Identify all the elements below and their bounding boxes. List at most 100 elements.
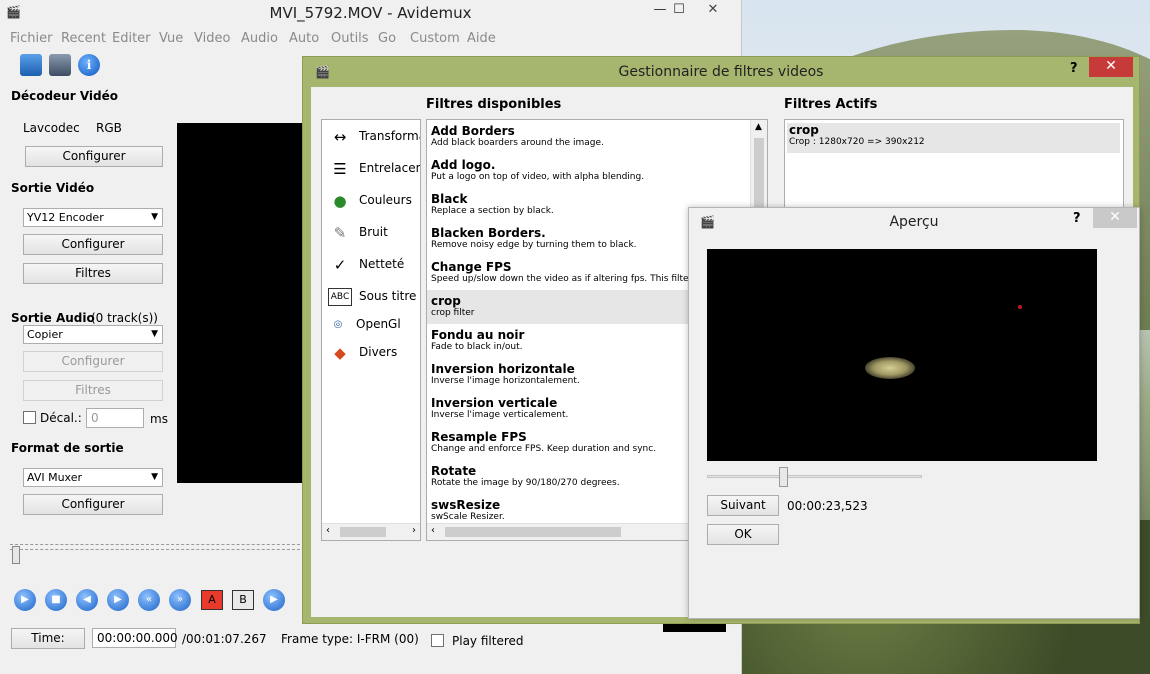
timeline-slider-handle[interactable] (12, 546, 20, 564)
video-decoder-heading: Décodeur Vidéo (11, 89, 118, 103)
filter-item[interactable]: Add logo. Put a logo on top of video, wi… (427, 154, 749, 188)
audio-tracks-count: (0 track(s)) (91, 311, 158, 325)
previous-keyframe-icon[interactable]: « (138, 589, 160, 611)
scrollbar-thumb[interactable] (445, 527, 621, 537)
audio-filters-button[interactable]: Filtres (23, 380, 163, 401)
noise-icon: ✎ (333, 224, 347, 242)
filter-name: Add Borders (431, 124, 515, 138)
category-label: Divers (359, 345, 398, 359)
ok-button[interactable]: OK (707, 524, 779, 545)
menu-editer[interactable]: Editer (112, 31, 151, 46)
menu-outils[interactable]: Outils (331, 31, 369, 46)
red-dot (1018, 305, 1022, 309)
goto-marker-icon[interactable]: ▶ (263, 589, 285, 611)
video-configure-button[interactable]: Configurer (23, 234, 163, 255)
audio-configure-button[interactable]: Configurer (23, 351, 163, 372)
marker-b-button[interactable]: B (232, 590, 254, 610)
next-button[interactable]: Suivant (707, 495, 779, 516)
scrollbar-thumb[interactable] (754, 138, 764, 208)
play-filtered-label: Play filtered (452, 634, 524, 648)
scroll-left-icon[interactable]: ‹ (431, 525, 435, 536)
filter-category-list: ↔ Transforma ☰ Entrelacem ● Couleurs ✎ B… (321, 119, 421, 541)
category-label: Couleurs (359, 193, 412, 207)
subtitle-icon: ABC (328, 288, 352, 306)
video-encoder-select[interactable]: YV12 Encoder ▼ (23, 208, 163, 227)
misc-icon: ◆ (334, 344, 346, 362)
current-time-field[interactable]: 00:00:00.000 (92, 628, 178, 648)
menu-custom[interactable]: Custom (410, 31, 460, 46)
menu-auto[interactable]: Auto (289, 31, 319, 46)
menu-go[interactable]: Go (378, 31, 396, 46)
time-button[interactable]: Time: (11, 628, 85, 649)
filter-description: Put a logo on top of video, with alpha b… (431, 172, 645, 182)
available-filters-heading: Filtres disponibles (426, 97, 562, 112)
audio-encoder-select[interactable]: Copier ▼ (23, 325, 163, 344)
menu-recent[interactable]: Recent (61, 31, 106, 46)
audio-shift-spinbox[interactable]: 0 (86, 408, 144, 428)
title-bar: 🎬 MVI_5792.MOV - Avidemux — ☐ ✕ (0, 0, 741, 26)
decoder-codec: Lavcodec (23, 121, 80, 135)
filter-description: Add black boarders around the image. (431, 138, 604, 148)
next-frame-icon[interactable]: ▶ (107, 589, 129, 611)
timeline-slider[interactable] (10, 544, 305, 550)
preview-help-button[interactable]: ? (1073, 211, 1081, 226)
chevron-down-icon: ▼ (151, 212, 158, 222)
filter-name: Black (431, 192, 468, 206)
muxer-configure-button[interactable]: Configurer (23, 494, 163, 515)
video-filters-button[interactable]: Filtres (23, 263, 163, 284)
stop-icon[interactable]: ■ (45, 589, 67, 611)
previous-frame-icon[interactable]: ◀ (76, 589, 98, 611)
window-title: MVI_5792.MOV - Avidemux (269, 4, 472, 22)
menu-fichier[interactable]: Fichier (10, 31, 53, 46)
interlace-icon: ☰ (333, 160, 347, 178)
save-icon[interactable] (49, 54, 71, 76)
menu-video[interactable]: Video (194, 31, 230, 46)
filter-manager-close-button[interactable]: ✕ (1089, 57, 1133, 77)
sharpness-icon: ✓ (333, 256, 347, 274)
help-button[interactable]: ? (1070, 61, 1078, 76)
play-icon[interactable]: ▶ (14, 589, 36, 611)
scroll-up-icon[interactable]: ▲ (755, 122, 762, 132)
menu-vue[interactable]: Vue (159, 31, 183, 46)
preview-dialog: 🎬 Aperçu ? ✕ Suivant 00:00:23,523 OK (688, 207, 1140, 619)
category-colors[interactable]: ● Couleurs (322, 187, 420, 215)
marker-a-button[interactable]: A (201, 590, 223, 610)
category-opengl[interactable]: ◎ OpenGl (322, 311, 420, 339)
category-transform[interactable]: ↔ Transforma (322, 123, 420, 151)
open-folder-icon[interactable] (20, 54, 42, 76)
category-interlace[interactable]: ☰ Entrelacem (322, 155, 420, 183)
active-filter-name: crop (789, 123, 819, 137)
scroll-right-icon[interactable]: › (412, 525, 416, 536)
menu-audio[interactable]: Audio (241, 31, 278, 46)
category-sharpness[interactable]: ✓ Netteté (322, 251, 420, 279)
filter-name: Add logo. (431, 158, 496, 172)
active-filters-list: crop Crop : 1280x720 => 390x212 (784, 119, 1124, 219)
decoder-format: RGB (96, 121, 122, 135)
next-keyframe-icon[interactable]: » (169, 589, 191, 611)
scrollbar-thumb[interactable] (340, 527, 386, 537)
preview-slider[interactable] (707, 475, 922, 478)
close-button[interactable]: ✕ (690, 0, 736, 20)
video-output-heading: Sortie Vidéo (11, 181, 95, 195)
category-hscrollbar[interactable]: ‹ › (322, 523, 420, 540)
category-noise[interactable]: ✎ Bruit (322, 219, 420, 247)
menu-aide[interactable]: Aide (467, 31, 496, 46)
audio-shift-checkbox[interactable] (23, 411, 36, 424)
category-label: Sous titre (359, 289, 417, 303)
filter-item[interactable]: Add Borders Add black boarders around th… (427, 120, 749, 154)
saturn-image (865, 357, 915, 379)
scroll-left-icon[interactable]: ‹ (326, 525, 330, 536)
preview-slider-handle[interactable] (779, 467, 788, 487)
frame-type: Frame type: I-FRM (00) (281, 632, 419, 646)
category-misc[interactable]: ◆ Divers (322, 339, 420, 367)
play-filtered-checkbox[interactable] (431, 634, 444, 647)
active-filter-item[interactable]: crop Crop : 1280x720 => 390x212 (787, 123, 1120, 153)
muxer-select[interactable]: AVI Muxer ▼ (23, 468, 163, 487)
chevron-down-icon: ▼ (151, 329, 158, 339)
decoder-configure-button[interactable]: Configurer (25, 146, 163, 167)
colors-icon: ● (333, 192, 347, 210)
category-subtitle[interactable]: ABC Sous titre (322, 283, 420, 311)
preview-close-button[interactable]: ✕ (1093, 208, 1137, 228)
info-icon[interactable]: i (78, 54, 100, 76)
preview-timestamp: 00:00:23,523 (787, 499, 868, 513)
